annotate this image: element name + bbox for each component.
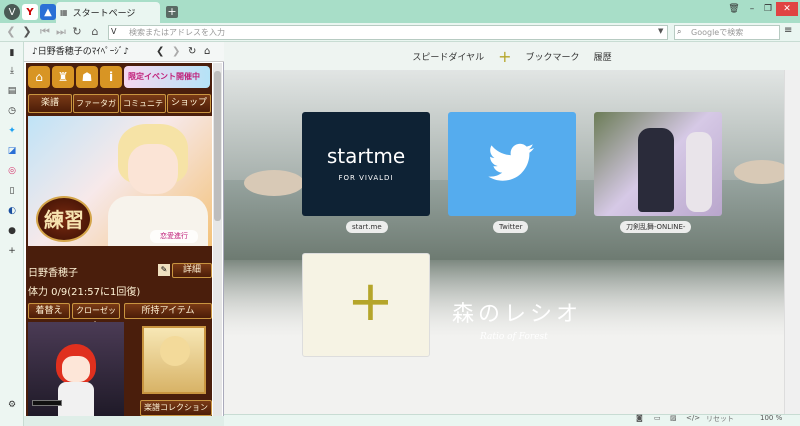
- dial-label-twitter: Twitter: [493, 221, 529, 233]
- nav-community-button[interactable]: コミュニティ: [120, 94, 166, 125]
- nav-gacha-button[interactable]: ファータガチャ: [73, 94, 119, 125]
- detail-button[interactable]: 詳細: [172, 263, 212, 278]
- mushroom-right: [734, 160, 784, 184]
- chibi-face: [62, 356, 90, 382]
- add-speed-dial-icon[interactable]: +: [498, 47, 511, 66]
- chibi-body: [58, 382, 94, 416]
- nav-score-button[interactable]: 楽譜: [28, 94, 72, 113]
- home-icon[interactable]: ⌂: [88, 24, 102, 40]
- vivaldi-menu-icon[interactable]: V: [4, 4, 20, 20]
- tab-start-page[interactable]: ▦ スタートページ: [56, 2, 160, 23]
- player-name: 日野香穂子: [28, 268, 78, 279]
- nav-shop-button[interactable]: ショップ: [167, 94, 211, 113]
- notes-icon[interactable]: ▤: [4, 84, 20, 98]
- images-icon[interactable]: ▨: [670, 414, 677, 422]
- speed-dial-tab-icon: ▦: [60, 8, 68, 17]
- background-subtitle: Ratio of Forest: [480, 332, 548, 342]
- dial-twitter[interactable]: [448, 112, 576, 216]
- score-collection-button[interactable]: 楽譜コレクション: [140, 400, 212, 416]
- panel-forward-icon[interactable]: ❯: [172, 46, 180, 57]
- panel-scrollbar[interactable]: [213, 63, 222, 416]
- zoom-reset[interactable]: リセット: [706, 414, 734, 424]
- downloads-icon[interactable]: ⤓: [4, 64, 20, 78]
- maximize-button[interactable]: ❐: [760, 2, 776, 16]
- pinned-tab-2-icon[interactable]: ▲: [40, 4, 56, 20]
- dial-character-figure: [638, 128, 674, 212]
- dial-label-touken-ranbu: 刀剣乱舞-ONLINE-: [620, 221, 692, 233]
- reload-icon[interactable]: ↻: [70, 24, 84, 40]
- web-panel-title: ♪日野香穂子のﾏｲﾍﾟｰｼﾞ♪: [32, 47, 129, 57]
- panel-reload-icon[interactable]: ↻: [188, 46, 196, 57]
- page-scrollbar[interactable]: [784, 70, 800, 414]
- tab-speed-dial[interactable]: スピードダイヤル: [412, 50, 484, 63]
- site-info-icon[interactable]: V: [111, 27, 116, 36]
- panel-app-icon[interactable]: ◪: [4, 144, 20, 158]
- tab-history[interactable]: 履歴: [594, 50, 612, 63]
- character-face: [128, 144, 178, 194]
- panel-scrollbar-thumb[interactable]: [214, 71, 221, 221]
- twitter-panel-icon[interactable]: ✦: [4, 124, 20, 138]
- dial-touken-ranbu[interactable]: [594, 112, 722, 216]
- tab-bookmarks[interactable]: ブックマーク: [526, 50, 580, 63]
- tile-icon[interactable]: ▭: [654, 414, 661, 422]
- capture-icon[interactable]: ◙: [636, 414, 643, 422]
- add-dial-plus-icon: +: [347, 269, 394, 334]
- minimize-button[interactable]: –: [744, 2, 760, 16]
- dress-up-button[interactable]: 着替え: [28, 303, 70, 319]
- practice-button[interactable]: 練習: [36, 196, 92, 242]
- closet-button[interactable]: クローゼット: [72, 303, 120, 329]
- startme-logo-sub: FOR VIVALDI: [338, 174, 394, 182]
- search-icon: ⌕: [677, 27, 682, 36]
- trash-icon[interactable]: 🗑: [726, 2, 742, 16]
- address-input[interactable]: 検索またはアドレスを入力: [108, 25, 668, 40]
- edit-icon[interactable]: ✎: [158, 264, 170, 276]
- dial-character-figure-2: [686, 132, 712, 212]
- spotify-panel-icon[interactable]: ●: [4, 224, 20, 238]
- search-input[interactable]: Googleで検索: [674, 25, 780, 40]
- history-icon[interactable]: ◷: [4, 104, 20, 118]
- forward-icon[interactable]: ❯: [20, 24, 34, 40]
- zoom-level[interactable]: 100 %: [760, 414, 782, 422]
- twitter-bird-icon: [488, 143, 534, 181]
- new-tab-button[interactable]: +: [166, 6, 178, 18]
- background-title: 森のレシオ: [452, 302, 583, 327]
- fast-forward-icon[interactable]: ⏭: [54, 24, 68, 40]
- bookmarks-icon[interactable]: ▮: [4, 46, 20, 60]
- items-button[interactable]: 所持アイテム: [124, 303, 212, 319]
- close-window-button[interactable]: ✕: [776, 2, 798, 16]
- add-panel-icon[interactable]: +: [4, 244, 20, 258]
- settings-icon[interactable]: ⚙: [4, 398, 20, 412]
- startme-logo: startme: [326, 144, 406, 168]
- instagram-panel-icon[interactable]: ◎: [4, 164, 20, 178]
- dial-startme[interactable]: startme FOR VIVALDI: [302, 112, 430, 216]
- web-panel-icon[interactable]: ◐: [4, 204, 20, 218]
- panel-back-icon[interactable]: ❮: [156, 46, 164, 57]
- friend-portrait[interactable]: [142, 326, 206, 394]
- friend-portrait-face: [160, 336, 190, 366]
- pinned-tab-icon[interactable]: Y: [22, 4, 38, 20]
- document-panel-icon[interactable]: ▯: [4, 184, 20, 198]
- code-icon[interactable]: </>: [686, 414, 700, 422]
- back-icon[interactable]: ❮: [4, 24, 18, 40]
- romance-progress-label[interactable]: 恋愛進行: [150, 230, 198, 243]
- info-icon[interactable]: i: [100, 66, 122, 88]
- add-dial-button[interactable]: +: [302, 253, 430, 357]
- menu-icon[interactable]: ≡: [784, 25, 792, 36]
- panel-home-icon[interactable]: ⌂: [204, 46, 210, 57]
- collection-icon[interactable]: ♜: [52, 66, 74, 88]
- friends-icon[interactable]: ☗: [76, 66, 98, 88]
- room-scene: [28, 322, 124, 416]
- mushroom-left: [244, 170, 304, 196]
- dial-label-startme: start.me: [346, 221, 388, 233]
- home-icon[interactable]: ⌂: [28, 66, 50, 88]
- piano-keys: [32, 400, 62, 406]
- event-banner[interactable]: 限定イベント開催中: [124, 66, 210, 88]
- stamina-text: 体力 0/9(21:57に1回復): [28, 287, 141, 298]
- rewind-icon[interactable]: ⏮: [38, 24, 52, 40]
- address-dropdown-icon[interactable]: ▼: [658, 27, 663, 35]
- speed-dial-header: スピードダイヤル + ブックマーク 履歴: [224, 42, 800, 70]
- tab-title: スタートページ: [72, 9, 136, 19]
